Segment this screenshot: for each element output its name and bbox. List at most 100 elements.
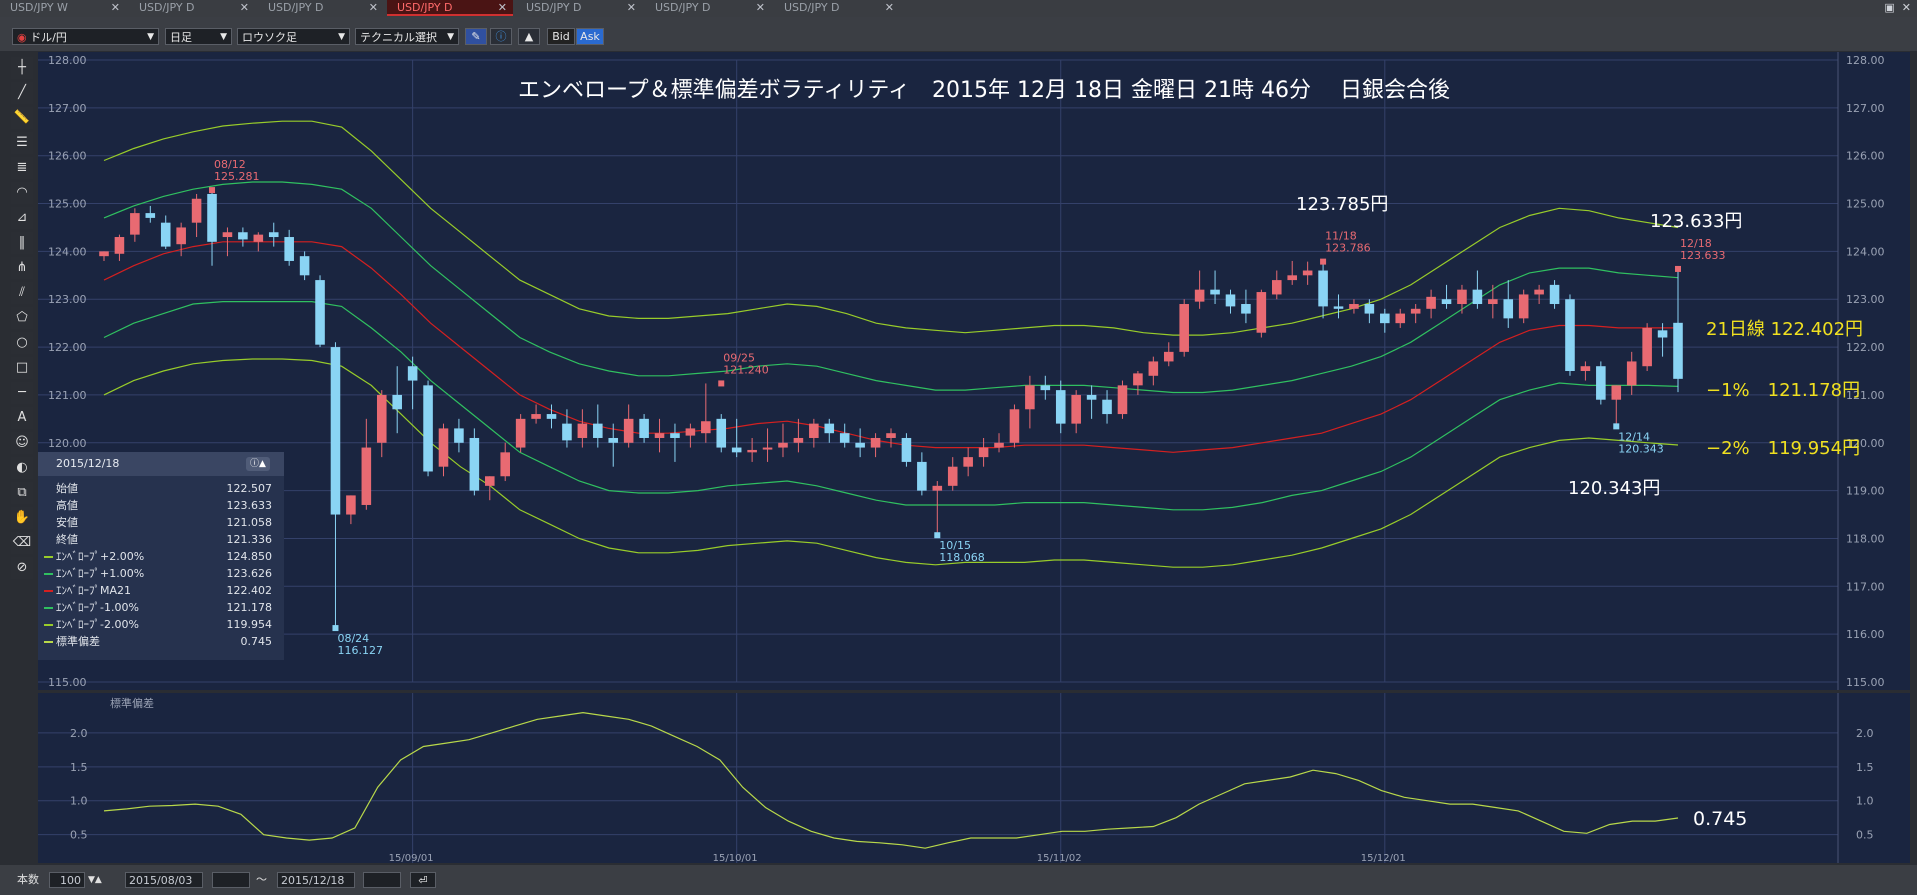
rectangle-tool[interactable]: □ xyxy=(11,357,33,379)
candle-body xyxy=(392,394,402,410)
from-time-input[interactable] xyxy=(212,872,250,888)
tab-5[interactable]: USD/JPY D ✕ xyxy=(516,0,642,16)
pentagon-tool[interactable]: ⬠ xyxy=(11,307,33,329)
count-input[interactable]: 100 xyxy=(49,872,85,888)
stddev-chart-panel[interactable]: 0.5 0.5 1.0 1.0 1.5 1.5 2.0 2.0 15/09/01 15/10/01… xyxy=(38,693,1910,864)
marker-dot xyxy=(718,380,725,387)
tab-2[interactable]: USD/JPY D ✕ xyxy=(129,0,255,16)
trendline-icon: ╱ xyxy=(18,85,26,100)
close-icon[interactable]: ✕ xyxy=(369,0,378,16)
tab-1[interactable]: USD/JPY W ✕ xyxy=(0,0,126,16)
toggle-tool[interactable]: ◐ xyxy=(11,457,33,479)
y-tick-label-right: 116.00 xyxy=(1846,628,1885,641)
bid-button[interactable]: Bid xyxy=(547,28,575,45)
tab-label: USD/JPY W xyxy=(10,1,68,14)
close-icon[interactable]: ✕ xyxy=(240,0,249,16)
close-icon[interactable]: ✕ xyxy=(111,0,120,16)
ruler-tool[interactable]: 📏 xyxy=(11,107,33,129)
candle-body xyxy=(407,366,418,381)
restore-icon[interactable]: ▣ xyxy=(1884,1,1894,14)
eraser-all-tool[interactable]: ⊘ xyxy=(11,557,33,579)
price-chart-panel[interactable]: 115.00115.00116.00116.00117.00117.00118.… xyxy=(38,52,1910,690)
close-icon[interactable]: ✕ xyxy=(1902,1,1911,14)
candle-body xyxy=(145,213,156,218)
tab-3[interactable]: USD/JPY D ✕ xyxy=(258,0,384,16)
symbol-select[interactable]: ◉ ドル/円 ▼ xyxy=(12,28,159,45)
candle-body xyxy=(1410,308,1421,314)
fan-tool[interactable]: ⊿ xyxy=(11,207,33,229)
data-row-label: 終値 xyxy=(56,533,78,546)
info-button[interactable]: ⓘ xyxy=(490,28,512,45)
annotation-minus1: −1% 121.178円 xyxy=(1706,380,1860,401)
tab-label: USD/JPY D xyxy=(139,1,195,14)
from-date-input[interactable]: 2015/08/03 xyxy=(125,872,203,888)
vline-tool[interactable]: ‖ xyxy=(11,232,33,254)
x-tick-label: 15/09/01 xyxy=(389,853,434,863)
tab-4[interactable]: USD/JPY D ✕ xyxy=(387,0,513,16)
pitchfork-icon: ⋔ xyxy=(16,260,28,275)
price-chart: 115.00115.00116.00116.00117.00117.00118.… xyxy=(38,52,1885,690)
line-tool[interactable]: ─ xyxy=(11,382,33,404)
chevron-up-icon[interactable]: ▲ xyxy=(95,875,102,885)
trendline-tool[interactable]: ╱ xyxy=(11,82,33,104)
close-icon[interactable]: ✕ xyxy=(756,0,765,16)
annotation-ma21: 21日線 122.402円 xyxy=(1706,319,1863,340)
pen-button[interactable]: ✎ xyxy=(465,28,487,45)
ask-button[interactable]: Ask xyxy=(576,28,604,45)
to-time-input[interactable] xyxy=(363,872,401,888)
close-icon[interactable]: ✕ xyxy=(498,0,507,16)
candle-body xyxy=(222,232,233,238)
candle-body xyxy=(160,222,171,247)
info-icon: ⓘ xyxy=(495,30,507,43)
arc-tool[interactable]: ◠ xyxy=(11,182,33,204)
candle-body xyxy=(1565,299,1575,371)
candle-body xyxy=(1349,304,1359,309)
stamp-tool[interactable]: ☺ xyxy=(11,432,33,454)
mountain-chart-button[interactable]: ▲ xyxy=(518,28,540,45)
chart-style-label: ロウソク足 xyxy=(242,31,297,44)
count-stepper[interactable]: ▼▲ xyxy=(88,872,102,888)
to-date-input[interactable]: 2015/12/18 xyxy=(277,872,355,888)
circle-tool[interactable]: ○ xyxy=(11,332,33,354)
candle-body xyxy=(253,234,264,242)
data-window-toggle[interactable]: ⓘ▲ xyxy=(246,457,270,471)
tab-6[interactable]: USD/JPY D ✕ xyxy=(645,0,771,16)
candle-body xyxy=(500,452,510,477)
apply-button[interactable]: ⏎ xyxy=(410,872,436,888)
close-icon[interactable]: ✕ xyxy=(627,0,636,16)
copy-tool[interactable]: ⧉ xyxy=(11,482,33,504)
eraser-tool[interactable]: ⌫ xyxy=(11,532,33,554)
data-row: 始値 122.507 xyxy=(38,480,284,497)
data-row-label: ｴﾝﾍﾞﾛｰﾌﾟ-1.00% xyxy=(56,601,139,614)
chevron-down-icon[interactable]: ▼ xyxy=(88,875,95,885)
technical-select[interactable]: テクニカル選択 ▼ xyxy=(355,28,459,45)
y-tick-label-left: 115.00 xyxy=(48,676,87,689)
annotation-low: 120.343円 xyxy=(1568,478,1660,499)
toggle-icon: ◐ xyxy=(16,460,28,475)
data-row: ｴﾝﾍﾞﾛｰﾌﾟ-1.00% 121.178 xyxy=(38,599,284,616)
chevron-down-icon: ▼ xyxy=(447,32,454,42)
period-select[interactable]: 日足 ▼ xyxy=(165,28,232,45)
multiline-tool[interactable]: ≣ xyxy=(11,157,33,179)
chart-style-select[interactable]: ロウソク足 ▼ xyxy=(237,28,350,45)
data-row: 標準偏差 0.745 xyxy=(38,633,284,650)
marker-dot xyxy=(934,532,941,539)
hand-tool[interactable]: ✋ xyxy=(11,507,33,529)
range-separator: 〜 xyxy=(256,873,267,886)
y-tick-label-right: 125.00 xyxy=(1846,198,1885,211)
series-swatch xyxy=(44,556,53,558)
window-controls[interactable]: ▣ ✕ xyxy=(1884,1,1911,14)
eraser-all-icon: ⊘ xyxy=(16,560,28,575)
crosshair-tool[interactable]: ┼ xyxy=(11,57,33,79)
tab-7[interactable]: USD/JPY D ✕ xyxy=(774,0,900,16)
candle-body xyxy=(330,347,341,515)
candle-body xyxy=(978,447,989,458)
channel-tool[interactable]: ⫽ xyxy=(11,282,33,304)
pitchfork-tool[interactable]: ⋔ xyxy=(11,257,33,279)
hline-tool[interactable]: ☰ xyxy=(11,132,33,154)
y-tick-label-right: 2.0 xyxy=(1856,727,1874,740)
close-icon[interactable]: ✕ xyxy=(885,0,894,16)
y-tick-label-right: 118.00 xyxy=(1846,532,1885,545)
y-tick-label-right: 1.0 xyxy=(1856,795,1874,808)
text-tool[interactable]: A xyxy=(11,407,33,429)
